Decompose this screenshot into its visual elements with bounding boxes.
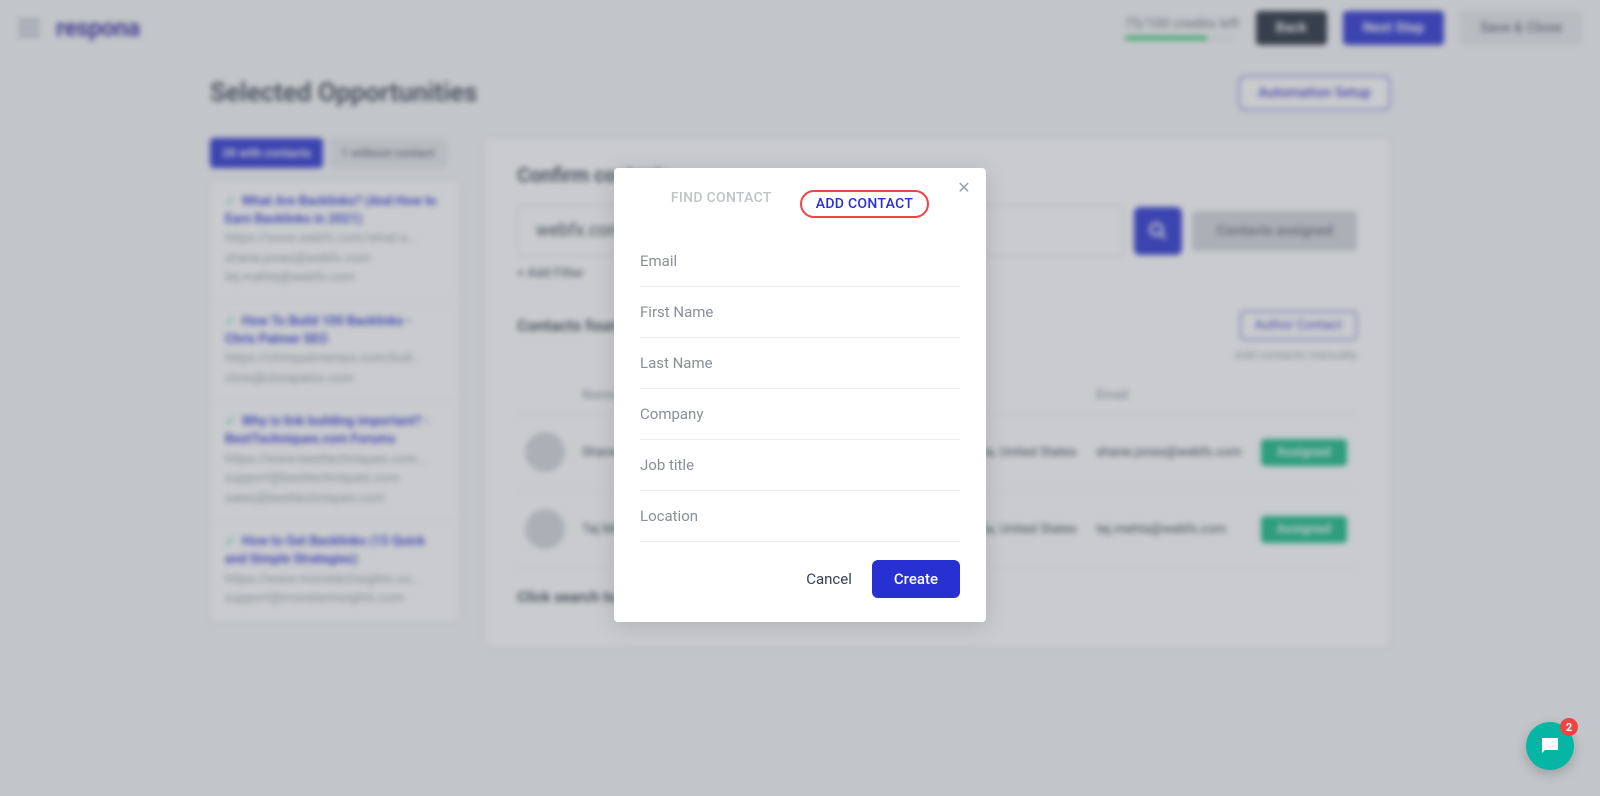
company-field[interactable]: Company xyxy=(640,389,960,440)
job-title-label: Job title xyxy=(640,456,960,474)
company-label: Company xyxy=(640,405,960,423)
chat-icon xyxy=(1538,734,1562,758)
first-name-label: First Name xyxy=(640,303,960,321)
last-name-field[interactable]: Last Name xyxy=(640,338,960,389)
tab-add-contact[interactable]: ADD CONTACT xyxy=(800,190,929,218)
email-label: Email xyxy=(640,252,960,270)
modal-overlay[interactable]: ✕ FIND CONTACT ADD CONTACT Email First N… xyxy=(0,0,1600,796)
add-contact-modal: ✕ FIND CONTACT ADD CONTACT Email First N… xyxy=(614,168,986,622)
last-name-label: Last Name xyxy=(640,354,960,372)
tab-find-contact[interactable]: FIND CONTACT xyxy=(671,190,772,218)
cancel-button[interactable]: Cancel xyxy=(802,562,856,596)
modal-tabs: FIND CONTACT ADD CONTACT xyxy=(640,190,960,218)
chat-launcher[interactable]: 2 xyxy=(1526,722,1574,770)
create-button[interactable]: Create xyxy=(872,560,960,598)
location-label: Location xyxy=(640,507,960,525)
email-field[interactable]: Email xyxy=(640,236,960,287)
location-field[interactable]: Location xyxy=(640,491,960,542)
job-title-field[interactable]: Job title xyxy=(640,440,960,491)
first-name-field[interactable]: First Name xyxy=(640,287,960,338)
chat-badge: 2 xyxy=(1560,718,1578,736)
close-icon[interactable]: ✕ xyxy=(954,178,974,198)
